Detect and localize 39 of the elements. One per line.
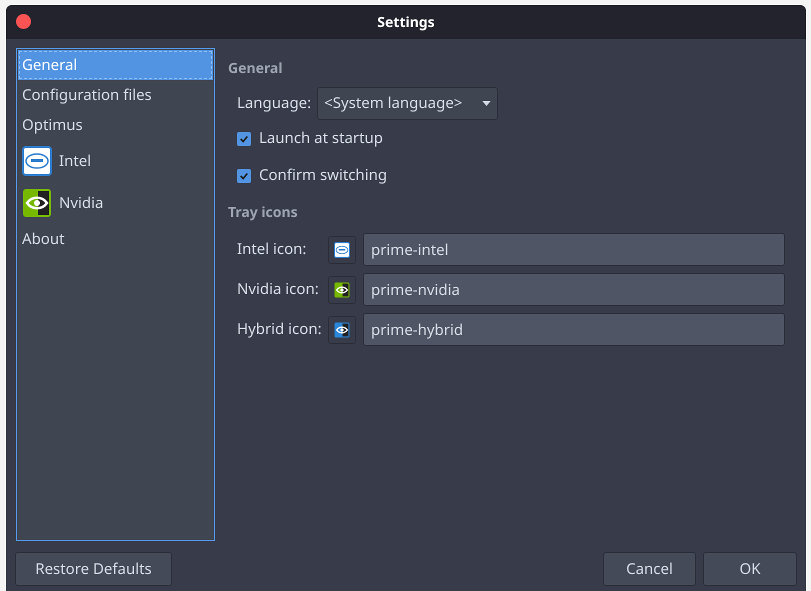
restore-defaults-button[interactable]: Restore Defaults <box>15 552 172 586</box>
checkbox[interactable] <box>237 168 251 182</box>
sidebar-item[interactable]: Configuration files <box>18 80 213 110</box>
icon-name-field[interactable]: prime-intel <box>363 233 785 266</box>
checkbox-label: Confirm switching <box>259 164 388 187</box>
section-heading: General <box>228 58 284 79</box>
sidebar-item-label: Nvidia <box>59 192 104 214</box>
sidebar-item[interactable]: Optimus <box>18 110 213 140</box>
checkbox[interactable] <box>237 132 251 146</box>
eye-logo-icon <box>22 188 52 218</box>
icon-name-field[interactable]: prime-nvidia <box>363 273 785 306</box>
sidebar-item-label: Intel <box>59 150 92 172</box>
checkbox-label: Launch at startup <box>259 127 384 150</box>
tray-icon-label: Nvidia icon: <box>237 278 320 301</box>
sidebar-item-label: Configuration files <box>22 84 152 106</box>
eye-logo-icon <box>334 282 350 298</box>
sidebar-item-label: General <box>22 54 78 76</box>
checkmark-icon <box>239 134 249 144</box>
ok-button[interactable]: OK <box>703 552 797 586</box>
checkmark-icon <box>239 170 249 180</box>
cancel-button[interactable]: Cancel <box>603 552 696 586</box>
sidebar-item-label: Optimus <box>22 114 83 136</box>
icon-picker-button[interactable] <box>328 236 356 264</box>
sidebar-item-label: About <box>22 228 65 250</box>
icon-picker-button[interactable] <box>328 276 356 304</box>
sidebar-item[interactable]: About <box>18 224 213 254</box>
tray-icon-label: Hybrid icon: <box>237 318 323 341</box>
window-title: Settings <box>377 12 435 32</box>
eye-logo-icon <box>334 322 350 338</box>
sidebar-item[interactable]: Nvidia <box>18 182 213 224</box>
language-label: Language: <box>237 92 312 115</box>
tray-icon-label: Intel icon: <box>237 238 308 261</box>
language-dropdown[interactable]: <System language> <box>317 87 498 120</box>
dropdown-arrow-icon <box>482 101 492 106</box>
section-heading: Tray icons <box>228 202 299 223</box>
close-button[interactable] <box>16 14 31 29</box>
sidebar-item[interactable]: Intel <box>18 140 213 182</box>
icon-name-field[interactable]: prime-hybrid <box>363 313 785 346</box>
icon-picker-button[interactable] <box>328 316 356 344</box>
